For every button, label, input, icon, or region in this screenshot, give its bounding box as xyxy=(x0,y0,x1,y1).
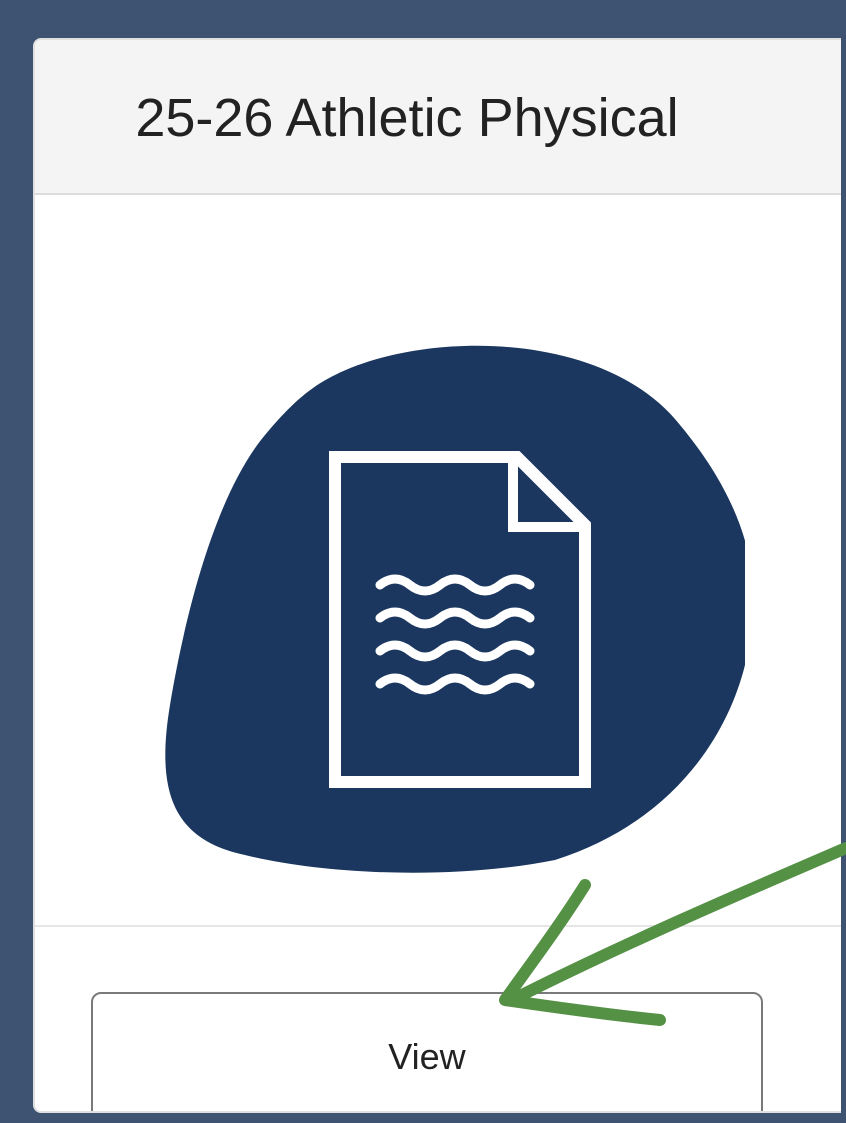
card-header: 25-26 Athletic Physical xyxy=(35,40,841,195)
form-card: 25-26 Athletic Physical View xyxy=(33,38,841,1113)
page: 25-26 Athletic Physical View xyxy=(0,0,846,1123)
card-footer: View xyxy=(35,925,841,1111)
card-title: 25-26 Athletic Physical xyxy=(135,88,679,148)
view-button[interactable]: View xyxy=(91,992,763,1111)
document-icon xyxy=(165,345,745,873)
card-body xyxy=(35,195,841,925)
